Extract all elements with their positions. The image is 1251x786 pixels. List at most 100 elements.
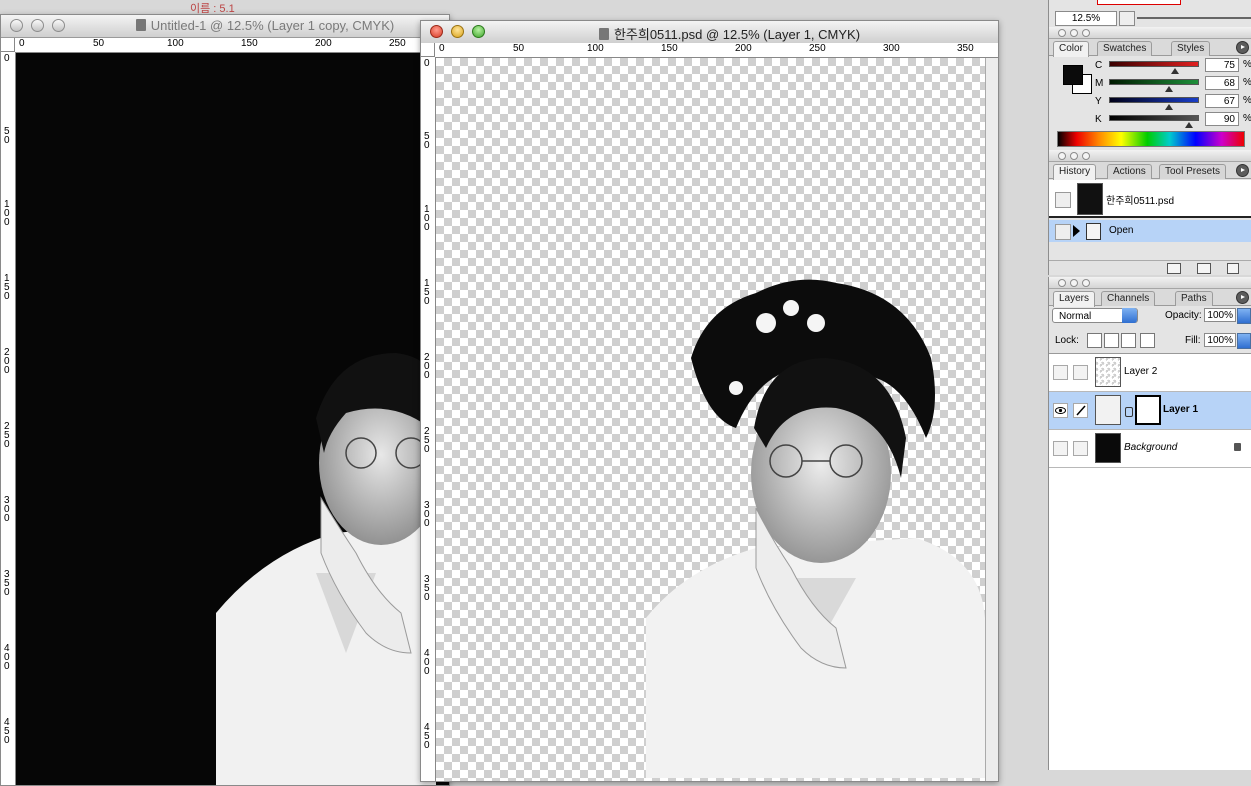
- window-titlebar[interactable]: 한주희0511.psd @ 12.5% (Layer 1, CMYK): [421, 21, 998, 44]
- eye-icon[interactable]: [1053, 403, 1068, 418]
- zoom-out-icon[interactable]: [1119, 11, 1135, 26]
- tab-styles[interactable]: Styles: [1171, 41, 1211, 56]
- tab-actions[interactable]: Actions: [1107, 164, 1152, 179]
- palette-menu-icon[interactable]: [1236, 164, 1249, 177]
- document-window-active[interactable]: 한주희0511.psd @ 12.5% (Layer 1, CMYK) 0 50…: [420, 20, 999, 782]
- cyan-slider[interactable]: [1109, 61, 1199, 67]
- brush-source-icon[interactable]: [1055, 224, 1071, 240]
- horizontal-ruler[interactable]: 0 50 100 150 200 250 300 350: [435, 43, 998, 58]
- black-slider[interactable]: [1109, 115, 1199, 121]
- tab-color[interactable]: Color: [1053, 41, 1089, 57]
- ruler-label: 100: [167, 38, 184, 49]
- trash-icon[interactable]: [1227, 263, 1239, 274]
- lock-transparent-pixels-icon[interactable]: [1087, 333, 1102, 348]
- layer-row-layer-1[interactable]: Layer 1: [1049, 392, 1251, 430]
- document-window-untitled[interactable]: Untitled-1 @ 12.5% (Layer 1 copy, CMYK) …: [0, 14, 450, 786]
- palette-titlebar[interactable]: [1049, 150, 1251, 162]
- fill-slider-toggle-icon[interactable]: [1237, 333, 1251, 349]
- ruler-label: 1 5 0: [4, 273, 10, 302]
- color-spectrum-ramp[interactable]: [1057, 131, 1245, 147]
- zoom-slider[interactable]: [1137, 17, 1251, 19]
- snapshot-thumbnail: [1077, 183, 1103, 215]
- layers-list: Layer 2 Layer 1 Background: [1049, 353, 1251, 770]
- vertical-ruler[interactable]: 0 5 0 1 0 0 1 5 0 2 0 0 2 5 0 3 0 0 3 5 …: [1, 52, 16, 785]
- ruler-label: 2 0 0: [424, 352, 430, 381]
- opacity-field[interactable]: 100%: [1204, 308, 1236, 322]
- fill-field[interactable]: 100%: [1204, 333, 1236, 347]
- lock-all-icon[interactable]: [1140, 333, 1155, 348]
- tab-channels[interactable]: Channels: [1101, 291, 1156, 306]
- tab-history[interactable]: History: [1053, 164, 1097, 180]
- blend-mode-select[interactable]: Normal: [1052, 308, 1138, 323]
- link-icon[interactable]: [1073, 441, 1088, 456]
- ruler-label: 2 5 0: [4, 421, 10, 450]
- slider-thumb[interactable]: [1171, 68, 1179, 74]
- cyan-value-field[interactable]: 75: [1205, 58, 1239, 72]
- black-value-field[interactable]: 90: [1205, 112, 1239, 126]
- magenta-slider[interactable]: [1109, 79, 1199, 85]
- tab-tool-presets[interactable]: Tool Presets: [1159, 164, 1227, 179]
- ruler-label: 1 5 0: [424, 278, 430, 307]
- tab-swatches[interactable]: Swatches: [1097, 41, 1153, 56]
- close-palette-icon[interactable]: [1058, 29, 1066, 37]
- minimize-palette-icon[interactable]: [1070, 152, 1078, 160]
- yellow-slider[interactable]: [1109, 97, 1199, 103]
- vertical-scrollbar[interactable]: [985, 58, 998, 781]
- horizontal-ruler[interactable]: 0 50 100 150 200 250: [15, 38, 449, 53]
- palette-menu-icon[interactable]: [1236, 291, 1249, 304]
- palette-menu-icon[interactable]: [1236, 41, 1249, 54]
- close-palette-icon[interactable]: [1058, 152, 1066, 160]
- history-state-pointer-icon: [1073, 225, 1080, 237]
- link-icon[interactable]: [1073, 365, 1088, 380]
- lock-image-pixels-icon[interactable]: [1104, 333, 1119, 348]
- tab-paths[interactable]: Paths: [1175, 291, 1213, 306]
- opacity-slider-toggle-icon[interactable]: [1237, 308, 1251, 324]
- new-document-from-state-icon[interactable]: [1167, 263, 1181, 274]
- layer-row-background[interactable]: Background: [1049, 430, 1251, 468]
- vertical-ruler[interactable]: 0 5 0 1 0 0 1 5 0 2 0 0 2 5 0 3 0 0 3 5 …: [421, 57, 436, 781]
- zoom-palette-icon[interactable]: [1082, 29, 1090, 37]
- document-canvas[interactable]: [436, 58, 985, 781]
- layers-tabs: Layers Channels Paths: [1049, 289, 1251, 307]
- history-state-row[interactable]: Open: [1049, 220, 1251, 242]
- zoom-field[interactable]: 12.5%: [1055, 11, 1117, 26]
- slider-thumb[interactable]: [1165, 104, 1173, 110]
- slider-thumb[interactable]: [1165, 86, 1173, 92]
- zoom-palette-icon[interactable]: [1082, 152, 1090, 160]
- window-titlebar[interactable]: Untitled-1 @ 12.5% (Layer 1 copy, CMYK): [1, 15, 449, 38]
- magenta-value-field[interactable]: 68: [1205, 76, 1239, 90]
- close-palette-icon[interactable]: [1058, 279, 1066, 287]
- brush-icon[interactable]: [1073, 403, 1088, 418]
- ruler-corner[interactable]: [421, 43, 435, 57]
- history-snapshot-row[interactable]: 한주희0511.psd: [1049, 180, 1251, 218]
- layer-mask-thumbnail[interactable]: [1135, 395, 1161, 425]
- zoom-palette-icon[interactable]: [1082, 279, 1090, 287]
- yellow-value-field[interactable]: 67: [1205, 94, 1239, 108]
- navigator-palette[interactable]: 12.5%: [1048, 0, 1251, 27]
- lock-position-icon[interactable]: [1121, 333, 1136, 348]
- ruler-label: 4 0 0: [4, 643, 10, 672]
- document-canvas[interactable]: [16, 53, 449, 785]
- palette-titlebar[interactable]: [1049, 277, 1251, 289]
- navigator-preview[interactable]: [1097, 0, 1181, 5]
- visibility-toggle[interactable]: [1053, 365, 1068, 380]
- minimize-palette-icon[interactable]: [1070, 279, 1078, 287]
- foreground-color-swatch[interactable]: [1063, 65, 1083, 85]
- mask-link-icon[interactable]: [1125, 407, 1133, 417]
- brush-source-icon[interactable]: [1055, 192, 1071, 208]
- ruler-label: 5 0: [4, 126, 10, 146]
- layer-row-layer-2[interactable]: Layer 2: [1049, 354, 1251, 392]
- desktop-background-text: 이름 : 5.1: [190, 3, 235, 14]
- window-title: 한주희0511.psd @ 12.5% (Layer 1, CMYK): [613, 27, 861, 42]
- palette-titlebar[interactable]: [1049, 27, 1251, 39]
- minimize-palette-icon[interactable]: [1070, 29, 1078, 37]
- ruler-label: 3 0 0: [4, 495, 10, 524]
- visibility-toggle[interactable]: [1053, 441, 1068, 456]
- psd-file-icon: [598, 28, 609, 40]
- tab-layers[interactable]: Layers: [1053, 291, 1096, 307]
- ruler-corner[interactable]: [1, 38, 15, 52]
- new-snapshot-icon[interactable]: [1197, 263, 1211, 274]
- slider-thumb[interactable]: [1185, 122, 1193, 128]
- ruler-label: 100: [587, 43, 604, 54]
- ruler-label: 150: [661, 43, 678, 54]
